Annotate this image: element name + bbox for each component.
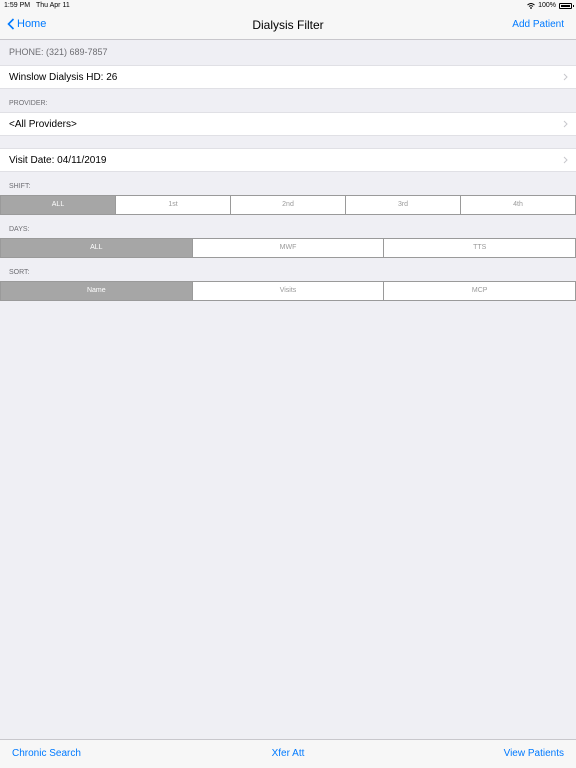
provider-cell[interactable]: <All Providers> [0,112,576,136]
shift-option-3rd[interactable]: 3rd [346,196,461,214]
provider-section-label: PROVIDER: [9,100,48,107]
shift-section-label: SHIFT: [9,183,31,190]
sort-option-visits[interactable]: Visits [193,282,385,300]
phone-number: PHONE: (321) 689-7857 [9,47,108,57]
xfer-att-button[interactable]: Xfer Att [0,748,576,759]
wifi-icon [527,2,535,9]
sort-section-label: SORT: [9,269,30,276]
days-section-label: DAYS: [9,226,30,233]
chevron-right-icon [563,156,568,164]
visit-date-cell[interactable]: Visit Date: 04/11/2019 [0,148,576,172]
shift-option-1st[interactable]: 1st [116,196,231,214]
navigation-bar: Home Dialysis Filter Add Patient [0,11,576,40]
battery-percent: 100% [538,2,556,9]
status-right: 100% [527,0,574,11]
view-patients-button[interactable]: View Patients [504,748,564,759]
days-option-mwf[interactable]: MWF [193,239,385,257]
shift-option-all[interactable]: ALL [1,196,116,214]
days-option-tts[interactable]: TTS [384,239,575,257]
sort-option-mcp[interactable]: MCP [384,282,575,300]
add-patient-button[interactable]: Add Patient [512,19,564,30]
sort-segmented-control: Name Visits MCP [0,281,576,301]
facility-cell[interactable]: Winslow Dialysis HD: 26 [0,65,576,89]
status-date: Thu Apr 11 [36,2,70,9]
battery-icon [559,2,574,9]
status-bar: 1:59 PM Thu Apr 11 100% [0,0,576,11]
bottom-toolbar: Chronic Search Xfer Att View Patients [0,739,576,768]
sort-option-name[interactable]: Name [1,282,193,300]
provider-value: <All Providers> [9,119,77,130]
shift-segmented-control: ALL 1st 2nd 3rd 4th [0,195,576,215]
status-time: 1:59 PM [4,2,31,9]
facility-label: Winslow Dialysis HD: 26 [9,72,118,83]
chevron-right-icon [563,120,568,128]
visit-date-value: Visit Date: 04/11/2019 [9,155,107,166]
chevron-right-icon [563,73,568,81]
days-option-all[interactable]: ALL [1,239,193,257]
shift-option-4th[interactable]: 4th [461,196,575,214]
days-segmented-control: ALL MWF TTS [0,238,576,258]
page-title: Dialysis Filter [252,18,324,32]
shift-option-2nd[interactable]: 2nd [231,196,346,214]
